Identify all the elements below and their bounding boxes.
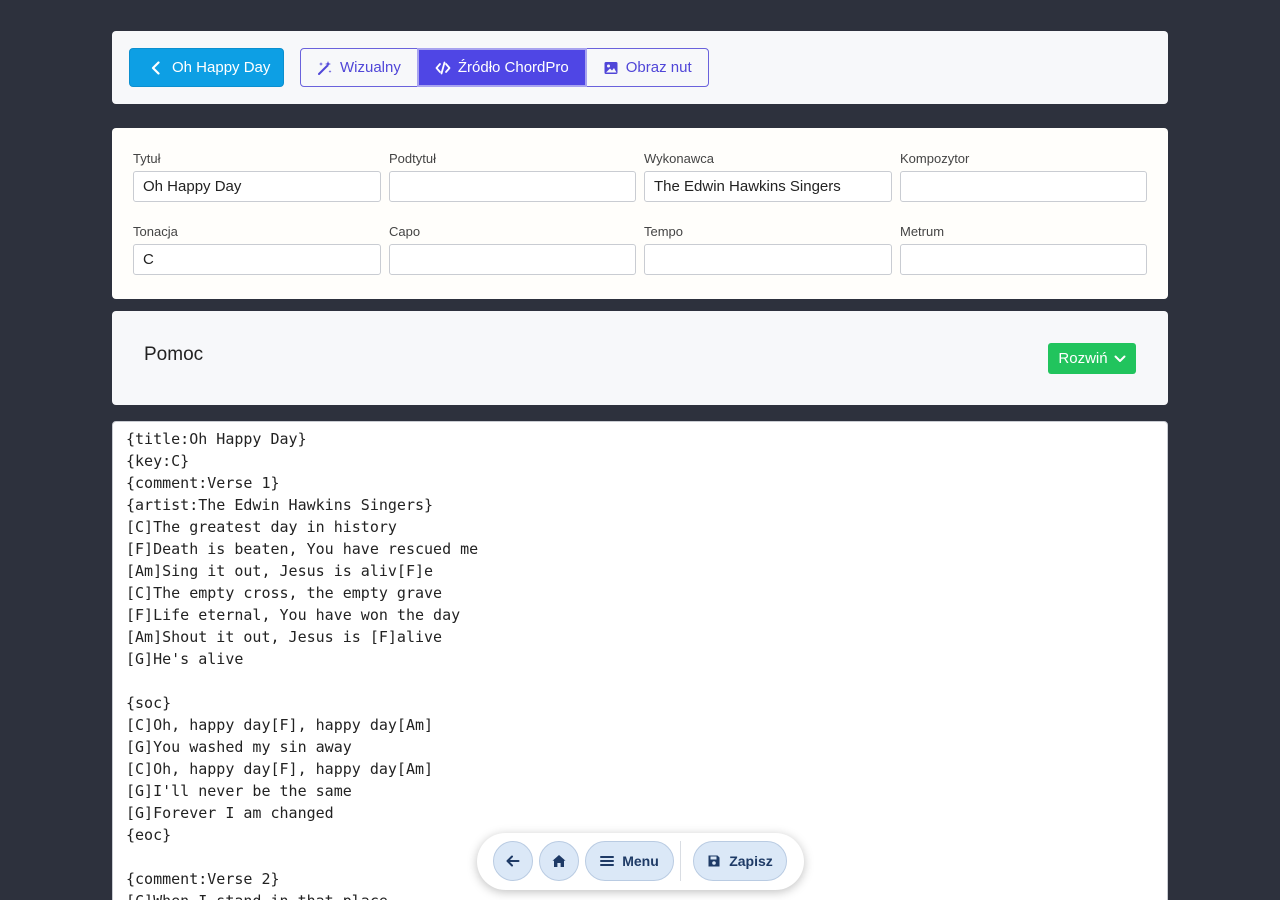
editor-line: [G]Forever I am changed	[126, 804, 334, 822]
editor-line: [Am]Shout it out, Jesus is [F]alive	[126, 628, 443, 646]
mode-chordpro-label: Źródło ChordPro	[457, 59, 569, 76]
field-tempo-label: Tempo	[644, 224, 684, 239]
home-icon	[552, 855, 566, 867]
editor-line: [G]I'll never be the same	[126, 782, 352, 800]
floating-action-bar: Menu Zapisz	[477, 833, 804, 890]
editor-line: [C]The empty cross, the empty grave	[126, 584, 443, 602]
tempo-input[interactable]	[644, 244, 892, 275]
save-button-label: Zapisz	[729, 853, 773, 869]
editor-line: {artist:The Edwin Hawkins Singers}	[126, 496, 434, 514]
editor-line: {soc}	[126, 694, 172, 712]
editor-line: [F]Death is beaten, You have rescued me	[126, 540, 479, 558]
expand-help-button[interactable]: Rozwiń	[1048, 343, 1136, 374]
chordpro-source-editor[interactable]: {title:Oh Happy Day} {key:C} {comment:Vers…	[112, 421, 1168, 900]
code-icon	[435, 61, 451, 74]
go-back-button[interactable]	[493, 841, 533, 881]
chevron-left-icon	[151, 60, 160, 75]
editor-line: {title:Oh Happy Day}	[126, 430, 307, 448]
editor-line: [Am]Sing it out, Jesus is aliv[F]e	[126, 562, 434, 580]
mode-sheet-image-button[interactable]: Obraz nut	[585, 48, 709, 87]
help-title: Pomoc	[144, 344, 204, 365]
subtitle-input[interactable]	[389, 171, 636, 202]
field-artist-label: Wykonawca	[644, 151, 714, 166]
image-icon	[604, 61, 618, 74]
composer-input[interactable]	[900, 171, 1147, 202]
field-time-signature: Metrum	[900, 224, 1147, 275]
mode-sheet-image-label: Obraz nut	[625, 59, 692, 76]
editor-mode-switch: Wizualny Źródło ChordPro Obraz nut	[300, 48, 709, 87]
capo-input[interactable]	[389, 244, 636, 275]
editor-line: [C]When I stand in that place	[126, 890, 478, 900]
save-button[interactable]: Zapisz	[693, 841, 787, 881]
toolbar-card: Oh Happy Day Wizualny Źródło ChordPro Ob…	[112, 31, 1168, 104]
field-key-label: Tonacja	[133, 224, 178, 239]
key-input[interactable]	[133, 244, 381, 275]
field-time-signature-label: Metrum	[900, 224, 945, 239]
chevron-down-icon	[1114, 355, 1126, 362]
save-icon	[708, 855, 720, 867]
field-composer-label: Kompozytor	[900, 151, 970, 166]
mode-visual-label: Wizualny	[340, 59, 401, 76]
time-signature-input[interactable]	[900, 244, 1147, 275]
editor-line: [C]The greatest day in history	[126, 518, 397, 536]
editor-line: [G]You washed my sin away	[126, 738, 352, 756]
menu-icon	[600, 856, 615, 866]
editor-line: [F]Life eternal, You have won the day	[126, 606, 461, 624]
editor-line: {comment:Verse 1}	[126, 474, 280, 492]
page: Oh Happy Day Wizualny Źródło ChordPro Ob…	[0, 0, 1280, 900]
field-capo-label: Capo	[389, 224, 421, 239]
editor-line: [C]Oh, happy day[F], happy day[Am]	[126, 760, 434, 778]
editor-line: {comment:Verse 2}	[126, 870, 280, 888]
arrow-left-icon	[506, 855, 520, 867]
field-subtitle-label: Podtytuł	[389, 151, 436, 166]
mode-chordpro-button[interactable]: Źródło ChordPro	[416, 48, 587, 87]
floating-bar-divider	[680, 841, 681, 881]
field-title-label: Tytuł	[133, 151, 161, 166]
field-capo: Capo	[389, 224, 636, 275]
editor-line: {eoc}	[126, 826, 172, 844]
mode-visual-button[interactable]: Wizualny	[300, 48, 418, 87]
menu-button-label: Menu	[622, 853, 659, 869]
back-button-label: Oh Happy Day	[172, 59, 271, 76]
field-title: Tytuł	[133, 151, 381, 202]
field-artist: Wykonawca	[644, 151, 892, 202]
artist-input[interactable]	[644, 171, 892, 202]
menu-button[interactable]: Menu	[585, 841, 674, 881]
field-subtitle: Podtytuł	[389, 151, 636, 202]
help-card: Pomoc Rozwiń	[112, 311, 1168, 405]
expand-help-label: Rozwiń	[1058, 350, 1108, 367]
editor-line: [G]He's alive	[126, 650, 244, 668]
field-composer: Kompozytor	[900, 151, 1147, 202]
title-input[interactable]	[133, 171, 381, 202]
magic-wand-icon	[318, 60, 332, 75]
home-button[interactable]	[539, 841, 579, 881]
editor-line: {key:C}	[126, 452, 190, 470]
editor-line: [C]Oh, happy day[F], happy day[Am]	[126, 716, 434, 734]
back-button[interactable]: Oh Happy Day	[129, 48, 284, 87]
field-key: Tonacja	[133, 224, 381, 275]
field-tempo: Tempo	[644, 224, 892, 275]
song-metadata-card: Tytuł Podtytuł Wykonawca Kompozytor Tona…	[112, 128, 1168, 299]
editor-text: {title:Oh Happy Day} {key:C} {comment:Vers…	[126, 428, 478, 900]
